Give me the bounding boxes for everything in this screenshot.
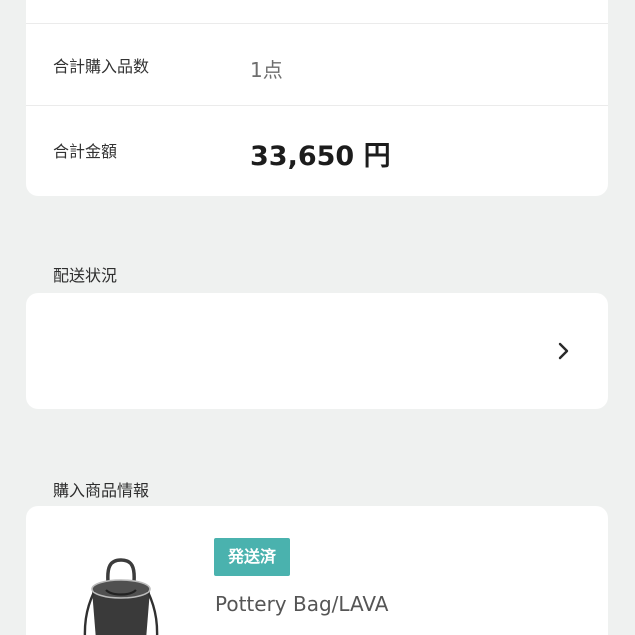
total-amount-label: 合計金額 [53,142,118,161]
total-amount-value: 33,650 円 [250,141,391,172]
total-quantity-label: 合計購入品数 [53,57,150,76]
order-summary-card: 合計購入品数 1点 合計金額 33,650 円 [26,0,608,196]
order-detail-page: 合計購入品数 1点 合計金額 33,650 円 配送状況 購入商品情報 発送済 … [0,0,635,635]
shipped-status-badge: 発送済 [214,538,290,576]
purchased-items-section-title: 購入商品情報 [53,481,150,500]
summary-divider-top [26,23,608,24]
total-quantity-value: 1点 [250,58,283,82]
purchased-item-card[interactable]: 発送済 Pottery Bag/LAVA [26,506,608,635]
summary-divider-middle [26,105,608,106]
chevron-right-icon[interactable] [550,337,578,365]
product-name[interactable]: Pottery Bag/LAVA [215,592,389,616]
bucket-bag-image [83,558,159,635]
shipping-status-card[interactable] [26,293,608,409]
shipping-section-title: 配送状況 [53,266,118,285]
